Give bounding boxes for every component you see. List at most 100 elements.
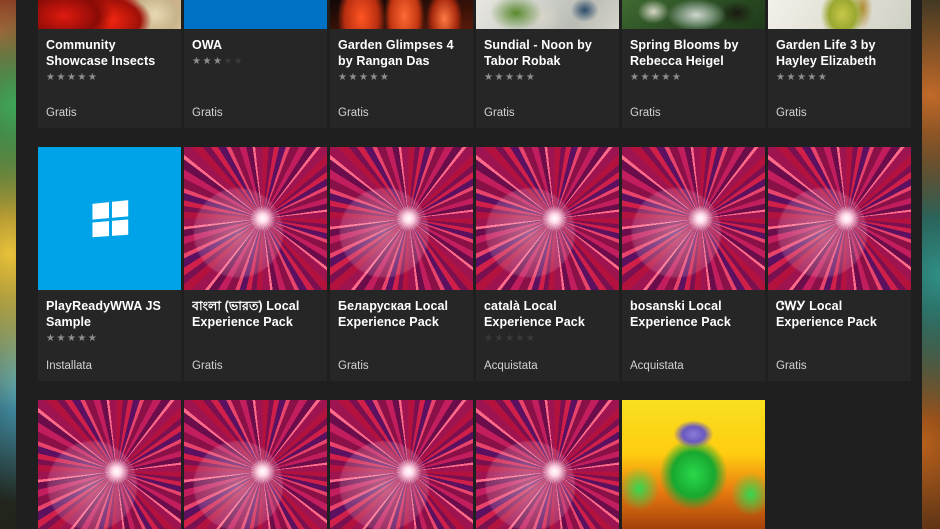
product-tile-body: PlayReadyWWA JS Sample ★★★★★ Installata <box>38 290 181 381</box>
product-title: Garden Life 3 by Hayley Elizabeth <box>776 38 877 68</box>
star-filled-icon: ★ <box>56 333 67 344</box>
product-tile[interactable]: bosanski Local Experience Pack Acquistata <box>622 147 765 381</box>
product-tile[interactable]: Garden Glimpses 4 by Rangan Das ★★★★★ Grat… <box>330 0 473 128</box>
product-tile-body: català Local Experience Pack ★★★★★ Acquist… <box>476 290 619 381</box>
product-tile[interactable] <box>476 400 619 529</box>
product-title: Garden Glimpses 4 by Rangan Das <box>338 38 454 68</box>
star-filled-icon: ★ <box>66 72 78 83</box>
product-rating-stars: ★★★★★ <box>46 71 173 84</box>
product-tile[interactable]: Sundial - Noon by Tabor Robak ★★★★★ Gratis <box>476 0 619 128</box>
product-title: PlayReadyWWA JS Sample <box>46 299 161 329</box>
product-thumbnail[interactable] <box>184 400 327 529</box>
product-tile-body: OWA ★★★★★ Gratis <box>184 29 327 128</box>
product-tile[interactable]: বাংলা (ভারত) Local Experience Pack Gratis <box>184 147 327 381</box>
product-thumbnail[interactable] <box>622 147 765 290</box>
product-price-label: Gratis <box>338 360 369 372</box>
product-rating-stars <box>192 332 319 345</box>
star-filled-icon: ★ <box>671 72 683 83</box>
product-tile-body: Garden Glimpses 4 by Rangan Das ★★★★★ Grat… <box>330 29 473 128</box>
star-filled-icon: ★ <box>369 72 380 83</box>
product-artwork <box>476 400 619 529</box>
product-artwork <box>184 0 327 29</box>
product-tile-body: Sundial - Noon by Tabor Robak ★★★★★ Gratis <box>476 29 619 128</box>
product-tile-body: bosanski Local Experience Pack Acquistata <box>622 290 765 381</box>
star-filled-icon: ★ <box>786 72 797 83</box>
star-filled-icon: ★ <box>56 72 67 83</box>
star-filled-icon: ★ <box>640 72 651 83</box>
product-thumbnail[interactable] <box>476 147 619 290</box>
product-tile[interactable]: català Local Experience Pack ★★★★★ Acquist… <box>476 147 619 381</box>
star-filled-icon: ★ <box>46 72 57 83</box>
product-tile[interactable]: OWA ★★★★★ Gratis <box>184 0 327 128</box>
star-filled-icon: ★ <box>515 72 526 83</box>
product-thumbnail[interactable] <box>330 0 473 29</box>
product-thumbnail[interactable] <box>330 147 473 290</box>
product-title: বাংলা (ভারত) Local Experience Pack <box>192 299 300 329</box>
product-thumbnail[interactable] <box>184 147 327 290</box>
product-tile-body: Spring Blooms by Rebecca Heigel ★★★★★ Grat… <box>622 29 765 128</box>
product-title: Community Showcase Insects <box>46 38 156 68</box>
product-tile[interactable] <box>622 400 765 529</box>
product-price-label: Gratis <box>46 107 77 119</box>
product-grid[interactable]: Community Showcase Insects ★★★★★ Gratis OWA… <box>16 0 922 529</box>
star-filled-icon: ★ <box>661 72 672 83</box>
product-thumbnail[interactable] <box>622 400 765 529</box>
product-tile[interactable] <box>184 400 327 529</box>
product-artwork <box>768 0 911 29</box>
star-empty-icon: ★ <box>223 56 234 67</box>
windows-logo-icon <box>91 199 128 237</box>
star-filled-icon: ★ <box>358 72 370 83</box>
windows-logo-quadrant <box>91 220 109 237</box>
star-filled-icon: ★ <box>192 56 203 67</box>
star-filled-icon: ★ <box>817 72 829 83</box>
product-thumbnail[interactable] <box>768 147 911 290</box>
product-title: bosanski Local Experience Pack <box>630 299 731 329</box>
product-thumbnail[interactable] <box>38 147 181 290</box>
product-artwork <box>330 400 473 529</box>
product-thumbnail[interactable] <box>622 0 765 29</box>
product-thumbnail[interactable] <box>476 400 619 529</box>
product-price-label: Acquistata <box>630 360 684 372</box>
product-tile[interactable]: ᏣᎳᎩ Local Experience Pack Gratis <box>768 147 911 381</box>
product-thumbnail[interactable] <box>330 400 473 529</box>
star-empty-icon: ★ <box>515 333 526 344</box>
product-artwork <box>38 0 181 29</box>
windows-logo-quadrant <box>110 218 128 236</box>
product-rating-stars <box>338 332 465 345</box>
product-title: Беларуская Local Experience Pack <box>338 299 449 329</box>
star-filled-icon: ★ <box>776 72 787 83</box>
product-thumbnail[interactable] <box>38 400 181 529</box>
product-title: OWA <box>192 38 223 52</box>
product-tile-body: Community Showcase Insects ★★★★★ Gratis <box>38 29 181 128</box>
star-filled-icon: ★ <box>87 333 99 344</box>
row-middle: PlayReadyWWA JS Sample ★★★★★ Installata বাং… <box>38 147 911 381</box>
star-filled-icon: ★ <box>807 72 818 83</box>
product-artwork <box>184 147 327 290</box>
product-artwork <box>622 400 765 529</box>
product-thumbnail[interactable] <box>38 0 181 29</box>
product-tile[interactable] <box>38 400 181 529</box>
star-filled-icon: ★ <box>504 72 516 83</box>
product-thumbnail[interactable] <box>768 0 911 29</box>
product-thumbnail[interactable] <box>476 0 619 29</box>
star-empty-icon: ★ <box>494 333 505 344</box>
product-price-label: Gratis <box>192 360 223 372</box>
star-filled-icon: ★ <box>796 72 808 83</box>
product-tile[interactable]: Community Showcase Insects ★★★★★ Gratis <box>38 0 181 128</box>
product-title: Spring Blooms by Rebecca Heigel <box>630 38 739 68</box>
star-filled-icon: ★ <box>77 72 88 83</box>
product-tile[interactable]: Garden Life 3 by Hayley Elizabeth ★★★★★ Gr… <box>768 0 911 128</box>
product-tile[interactable]: Беларуская Local Experience Pack Gratis <box>330 147 473 381</box>
product-tile[interactable]: Spring Blooms by Rebecca Heigel ★★★★★ Grat… <box>622 0 765 128</box>
product-thumbnail[interactable] <box>184 0 327 29</box>
product-artwork <box>476 147 619 290</box>
product-price-label: Gratis <box>338 107 369 119</box>
product-tile-body: বাংলা (ভারত) Local Experience Pack Gratis <box>184 290 327 381</box>
product-tile[interactable]: PlayReadyWWA JS Sample ★★★★★ Installata <box>38 147 181 381</box>
product-tile-body: ᏣᎳᎩ Local Experience Pack Gratis <box>768 290 911 381</box>
star-empty-icon: ★ <box>233 56 245 67</box>
row-bottom-partial <box>38 400 900 529</box>
product-price-label: Gratis <box>484 107 515 119</box>
product-tile[interactable] <box>330 400 473 529</box>
product-rating-stars <box>630 332 757 345</box>
